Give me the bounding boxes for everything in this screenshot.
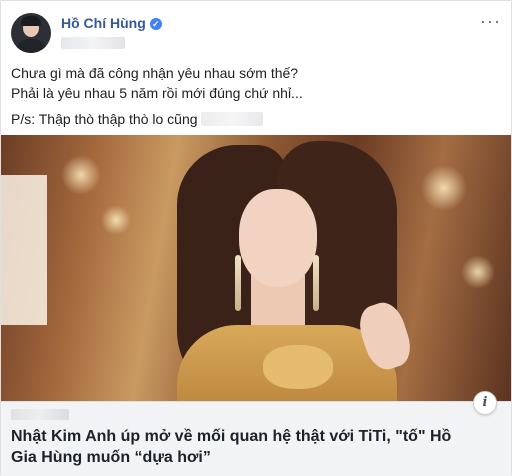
photo-earring-right bbox=[313, 255, 319, 311]
bokeh-light bbox=[421, 165, 467, 211]
link-preview-info[interactable]: Nhật Kim Anh úp mở về mối quan hệ thật v… bbox=[1, 401, 511, 476]
avatar-body bbox=[15, 39, 47, 53]
link-domain-blurred bbox=[11, 409, 69, 420]
avatar-hair bbox=[21, 16, 41, 26]
post-card: Hồ Chí Hùng ✓ ··· Chưa gì mà đã công nhận… bbox=[0, 0, 512, 476]
post-text-line: Chưa gì mà đã công nhận yêu nhau sớm thế… bbox=[11, 65, 299, 81]
photo-face bbox=[239, 189, 317, 287]
post-header: Hồ Chí Hùng ✓ ··· bbox=[11, 11, 501, 55]
author-name[interactable]: Hồ Chí Hùng ✓ bbox=[61, 15, 162, 31]
post-text: Chưa gì mà đã công nhận yêu nhau sớm thế… bbox=[11, 63, 501, 129]
author-name-text[interactable]: Hồ Chí Hùng bbox=[61, 15, 146, 31]
post-timestamp-blurred bbox=[61, 37, 125, 49]
info-icon[interactable]: i bbox=[473, 391, 497, 415]
verified-icon: ✓ bbox=[149, 18, 162, 30]
post-ps-text: P/s: Thập thò thập thò lo cũng bbox=[11, 111, 198, 127]
blurred-text bbox=[201, 112, 264, 126]
bokeh-light bbox=[101, 205, 131, 235]
photo-earring-left bbox=[235, 255, 241, 311]
post-text-line: Phải là yêu nhau 5 năm rồi mới đúng chứ … bbox=[11, 85, 303, 101]
more-icon[interactable]: ··· bbox=[480, 11, 501, 32]
photo-dress-bow bbox=[263, 345, 333, 389]
avatar[interactable] bbox=[11, 13, 51, 53]
link-title[interactable]: Nhật Kim Anh úp mở về mối quan hệ thật v… bbox=[11, 426, 471, 468]
bokeh-light bbox=[461, 255, 495, 289]
background-frame bbox=[1, 175, 47, 325]
post-ps-line: P/s: Thập thò thập thò lo cũng bbox=[11, 109, 501, 129]
bokeh-light bbox=[61, 155, 101, 195]
link-preview-image[interactable] bbox=[1, 135, 511, 401]
